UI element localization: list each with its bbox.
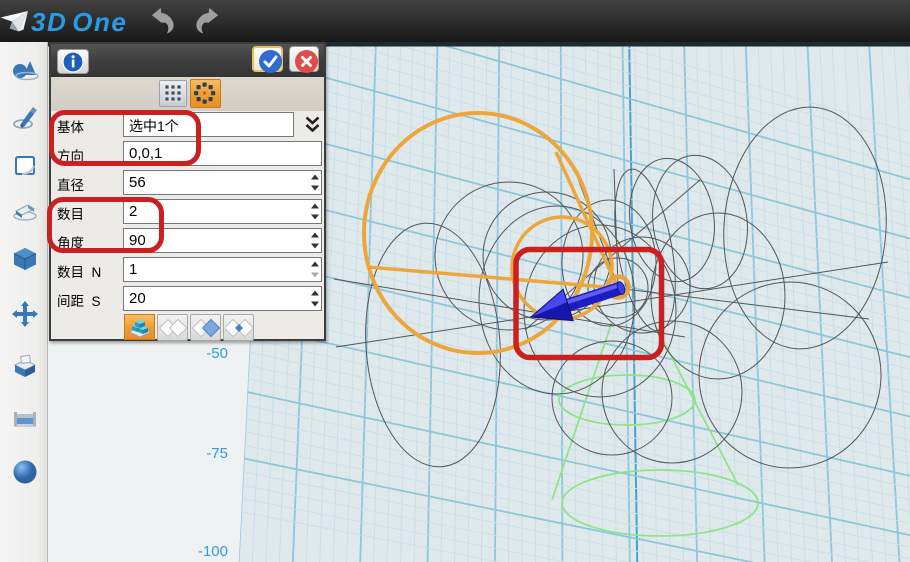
- svg-text:-75: -75: [206, 445, 228, 462]
- svg-text:-50: -50: [206, 345, 228, 362]
- svg-text:-100: -100: [198, 543, 228, 560]
